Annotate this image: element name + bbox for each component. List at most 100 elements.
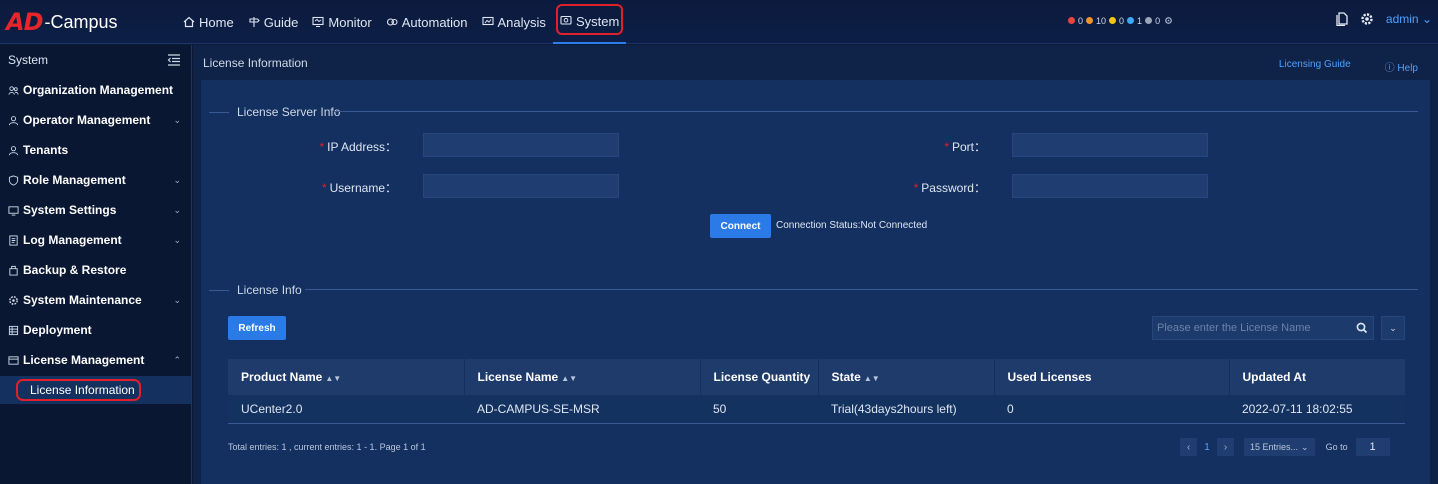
license-search-input[interactable] [1153, 322, 1351, 334]
sidebar-item-license-management[interactable]: License Management ⌃ [0, 345, 191, 375]
sidebar-item-label: System Settings [23, 203, 117, 217]
gear-icon[interactable] [1360, 12, 1374, 26]
top-bar: AD -Campus Home Guide Monitor Automation… [0, 0, 1438, 44]
username-label: * Username： [301, 179, 397, 196]
sidebar-item-label: System Maintenance [23, 293, 142, 307]
connect-button[interactable]: Connect [710, 214, 771, 238]
nav-monitor-label: Monitor [328, 14, 372, 30]
signpost-icon [249, 17, 260, 27]
section-title-text: License Info [237, 283, 302, 297]
nav-analysis-label: Analysis [497, 14, 546, 30]
cell-updated-at: 2022-07-11 18:02:55 [1229, 395, 1405, 424]
column-label: Product Name [241, 370, 323, 384]
column-used-licenses: Used Licenses [994, 359, 1230, 395]
analysis-icon [481, 16, 494, 26]
sort-icon[interactable]: ▲▼ [864, 374, 880, 383]
column-license-quantity: License Quantity [700, 359, 819, 395]
next-page-button[interactable]: › [1217, 438, 1234, 456]
tenant-icon [8, 145, 19, 155]
search-icon[interactable] [1351, 317, 1373, 339]
nav-home[interactable]: Home [176, 0, 241, 44]
maintenance-icon [9, 295, 18, 305]
connection-status: Connection Status:Not Connected [776, 220, 928, 231]
username-label-text: Username： [329, 181, 397, 195]
cell-product-name: UCenter2.0 [228, 395, 464, 424]
section-divider [305, 289, 1418, 290]
sidebar-item-operator-management[interactable]: Operator Management ⌄ [0, 105, 191, 135]
sidebar-item-deployment[interactable]: Deployment [0, 315, 191, 345]
alarm-settings-icon[interactable] [1163, 15, 1174, 26]
chevron-down-icon: ⌄ [173, 114, 181, 125]
port-input[interactable] [1012, 133, 1208, 157]
critical-alarm-icon [1068, 17, 1075, 24]
pagination: ‹ 1 › 15 Entries... ⌄ Go to 1 [1180, 438, 1390, 456]
password-label-text: Password： [921, 181, 986, 195]
header-links: Licensing Guide ⓘ Help [1279, 59, 1418, 74]
document-icon[interactable] [1336, 12, 1348, 26]
user-menu[interactable]: admin ⌄ [1386, 12, 1432, 26]
sidebar-item-label: License Management [23, 353, 145, 367]
alarm-summary[interactable]: 0 10 0 1 0 [1068, 15, 1174, 26]
sidebar-subitem-license-information[interactable]: License Information [0, 376, 191, 404]
ip-address-input[interactable] [423, 133, 619, 157]
current-page[interactable]: 1 [1197, 442, 1217, 453]
required-marker: * [319, 140, 325, 154]
cell-license-quantity: 50 [700, 395, 818, 424]
license-server-info-title: License Server Info [209, 105, 340, 119]
page-size-select[interactable]: 15 Entries... ⌄ [1244, 438, 1315, 456]
sidebar-item-system-settings[interactable]: System Settings ⌄ [0, 195, 191, 225]
backup-icon [9, 265, 18, 276]
sidebar-item-tenants[interactable]: Tenants [0, 135, 191, 165]
required-marker: * [913, 181, 919, 195]
sidebar-item-label: Backup & Restore [23, 263, 127, 277]
nav-system[interactable]: System [552, 0, 627, 44]
advanced-filter-toggle[interactable]: ⌄ [1381, 316, 1405, 340]
chevron-down-icon: ⌄ [1301, 441, 1309, 452]
table-header-row: Product Name ▲▼ License Name ▲▼ License Qu… [228, 359, 1405, 395]
column-label: License Quantity [713, 370, 811, 384]
nav-guide[interactable]: Guide [241, 0, 306, 44]
organization-icon [8, 85, 19, 95]
column-license-name[interactable]: License Name ▲▼ [464, 359, 701, 395]
sidebar-item-role-management[interactable]: Role Management ⌄ [0, 165, 191, 195]
goto-page-input[interactable]: 1 [1355, 438, 1390, 456]
major-alarm-icon [1086, 17, 1094, 24]
nav-analysis[interactable]: Analysis [475, 0, 553, 44]
warning-alarm-icon [1127, 17, 1135, 24]
nav-monitor[interactable]: Monitor [305, 0, 378, 44]
column-state[interactable]: State ▲▼ [818, 359, 995, 395]
username-input[interactable] [423, 174, 619, 198]
home-icon [183, 16, 195, 28]
refresh-button[interactable]: Refresh [228, 316, 286, 340]
prev-page-button[interactable]: ‹ [1180, 438, 1197, 456]
license-info-title: License Info [209, 283, 302, 297]
system-highlight-box [555, 4, 624, 35]
port-label: * Port： [901, 138, 986, 155]
shield-icon [8, 174, 19, 186]
ip-address-label: * IP Address： [301, 138, 398, 155]
column-label: Used Licenses [1007, 370, 1092, 384]
settings-icon [8, 205, 19, 216]
log-icon [9, 234, 18, 246]
licensing-guide-link[interactable]: Licensing Guide [1279, 59, 1351, 74]
sidebar-subitem-label: License Information [30, 383, 135, 397]
sort-icon[interactable]: ▲▼ [325, 374, 341, 383]
sidebar-item-log-management[interactable]: Log Management ⌄ [0, 225, 191, 255]
minor-alarm-icon [1109, 17, 1117, 24]
sidebar-item-backup-restore[interactable]: Backup & Restore [0, 255, 191, 285]
monitor-icon [312, 16, 324, 27]
nav-automation[interactable]: Automation [379, 0, 475, 44]
table-row[interactable]: UCenter2.0 AD-CAMPUS-SE-MSR 50 Trial(43d… [228, 395, 1405, 424]
goto-label: Go to [1325, 442, 1348, 452]
help-link[interactable]: ⓘ Help [1385, 59, 1418, 74]
content-panel: License Server Info * IP Address： * Port： … [201, 80, 1430, 484]
sort-icon[interactable]: ▲▼ [561, 374, 577, 383]
app-logo[interactable]: AD -Campus [6, 6, 118, 38]
password-input[interactable] [1012, 174, 1208, 198]
sidebar-item-organization-management[interactable]: Organization Management [0, 75, 191, 105]
collapse-menu-icon[interactable] [167, 54, 181, 66]
sidebar-item-system-maintenance[interactable]: System Maintenance ⌄ [0, 285, 191, 315]
sidebar-title: System [8, 53, 49, 67]
column-label: Updated At [1242, 370, 1307, 384]
column-product-name[interactable]: Product Name ▲▼ [228, 359, 465, 395]
